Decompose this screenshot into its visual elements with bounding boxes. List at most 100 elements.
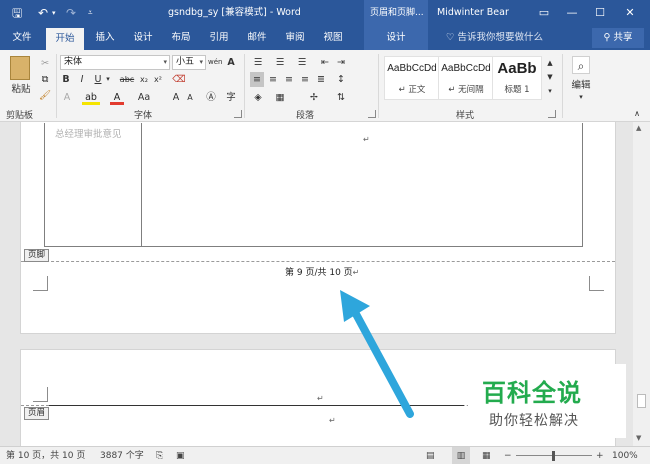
style-heading-1[interactable]: AaBb 标题 1 [492, 56, 542, 100]
paste-icon[interactable] [10, 56, 30, 80]
zoom-slider-thumb[interactable] [552, 451, 555, 461]
redo-icon[interactable]: ↷ [66, 0, 76, 26]
shrink-font-button[interactable]: A [184, 90, 196, 105]
styles-more-icon[interactable]: ▾ [545, 84, 555, 99]
customize-qat-icon[interactable]: ⩡ [88, 0, 93, 26]
bullets-icon[interactable]: ☰ [250, 55, 266, 70]
style-name: ↵ 无间隔 [448, 85, 484, 95]
zoom-level[interactable]: 100% [612, 447, 638, 464]
user-name[interactable]: Midwinter Bear [437, 0, 509, 26]
tab-view[interactable]: 视图 [316, 26, 350, 50]
lightbulb-icon: ♡ [446, 32, 458, 43]
sort-icon[interactable]: ⇅ [334, 90, 348, 105]
cut-icon[interactable]: ✂ [38, 56, 52, 71]
decrease-indent-icon[interactable]: ⇤ [318, 55, 332, 70]
clear-format-icon[interactable]: A [224, 55, 238, 70]
style-normal[interactable]: AaBbCcDd ↵ 正文 [384, 56, 440, 100]
page-9[interactable]: 总经理审批意见 ↵ 页脚 第 9 页/共 10 页↵ [20, 122, 616, 334]
subscript-button[interactable]: x₂ [138, 72, 150, 87]
chinese-layout-icon[interactable]: ✢ [306, 90, 322, 105]
enclose-char-icon[interactable]: Ⓐ [204, 90, 218, 105]
ribbon-home: 粘贴 ✂ ⧉ 🖌 剪贴板 宋体 ▾ 小五 ▾ wén A B I U ▾ abc x… [0, 50, 650, 122]
undo-icon[interactable]: ↶ [38, 0, 48, 26]
proofing-icon[interactable]: ⎘ [156, 447, 163, 464]
grow-font-button[interactable]: A [170, 90, 182, 105]
tab-header-footer-design[interactable]: 设计 [364, 26, 428, 50]
char-border-icon[interactable]: 字 [224, 90, 238, 105]
collapse-ribbon-icon[interactable]: ∧ [630, 106, 644, 121]
page-number-field[interactable]: 第 9 页/共 10 页↵ [285, 265, 359, 278]
read-mode-icon[interactable]: ▤ [426, 447, 435, 464]
scroll-down-icon[interactable]: ▼ [636, 434, 641, 442]
word-count[interactable]: 3887 个字 [100, 447, 144, 464]
strikethrough-button[interactable]: abc [118, 72, 136, 87]
change-case-button[interactable]: Aa [134, 90, 154, 105]
align-left-icon[interactable]: ≡ [250, 72, 264, 87]
tab-file[interactable]: 文件 [4, 26, 40, 50]
table-cell-label: 总经理审批意见 [55, 129, 122, 140]
highlight-icon[interactable]: ab [82, 90, 100, 105]
styles-dialog-launcher-icon[interactable] [548, 110, 556, 118]
find-icon[interactable]: ⌕ [572, 56, 590, 74]
distributed-icon[interactable]: ≣ [314, 72, 328, 87]
justify-icon[interactable]: ≡ [298, 72, 312, 87]
paste-button[interactable]: 粘贴 [6, 82, 36, 97]
ribbon-display-icon[interactable]: ▭ [530, 0, 558, 26]
tab-mailings[interactable]: 邮件 [240, 26, 274, 50]
align-center-icon[interactable]: ≡ [266, 72, 280, 87]
tab-review[interactable]: 审阅 [278, 26, 312, 50]
maximize-button[interactable]: ☐ [586, 0, 614, 26]
web-layout-icon[interactable]: ▦ [482, 447, 491, 464]
page-count[interactable]: 第 10 页，共 10 页 [6, 447, 85, 464]
font-color-icon[interactable]: A [110, 90, 124, 105]
align-right-icon[interactable]: ≡ [282, 72, 296, 87]
underline-button[interactable]: U [92, 72, 104, 87]
margin-corner [589, 276, 604, 291]
font-size-combo[interactable]: 小五 ▾ [172, 55, 206, 70]
tab-home[interactable]: 开始 [46, 28, 84, 50]
font-dialog-launcher-icon[interactable] [234, 110, 242, 118]
multilevel-list-icon[interactable]: ☰ [294, 55, 310, 70]
style-no-spacing[interactable]: AaBbCcDd ↵ 无间隔 [438, 56, 494, 100]
tell-me-box[interactable]: ♡ 告诉我你想要做什么 [446, 26, 543, 50]
page-number-text: 第 9 页/共 10 页 [285, 268, 353, 278]
increase-indent-icon[interactable]: ⇥ [334, 55, 348, 70]
minimize-button[interactable]: — [558, 0, 586, 26]
undo-dropdown-icon[interactable]: ▾ [52, 0, 56, 26]
tab-design[interactable]: 设计 [126, 26, 160, 50]
copy-icon[interactable]: ⧉ [38, 72, 52, 87]
vertical-scrollbar[interactable]: ▲ ▼ [633, 122, 650, 446]
macro-icon[interactable]: ▣ [176, 447, 185, 464]
italic-button[interactable]: I [76, 72, 88, 87]
numbering-icon[interactable]: ☰ [272, 55, 288, 70]
font-size-value: 小五 [176, 57, 195, 67]
format-painter-icon[interactable]: 🖌 [38, 88, 52, 103]
zoom-out-button[interactable]: − [504, 447, 512, 464]
print-layout-icon[interactable]: ▥ [452, 447, 470, 464]
borders-icon[interactable]: ▦ [272, 90, 288, 105]
footer-tag[interactable]: 页脚 [24, 249, 50, 262]
save-icon[interactable]: 🖫 [12, 0, 22, 26]
scroll-up-icon[interactable]: ▲ [636, 124, 641, 132]
share-button[interactable]: ⚲ 共享 [592, 28, 644, 48]
zoom-in-button[interactable]: + [596, 447, 604, 464]
shading-icon[interactable]: ◈ [250, 90, 266, 105]
tab-layout[interactable]: 布局 [164, 26, 198, 50]
font-name-combo[interactable]: 宋体 ▾ [60, 55, 170, 70]
styles-scroll-down-icon[interactable]: ▼ [545, 70, 555, 85]
styles-scroll-up-icon[interactable]: ▲ [545, 56, 555, 71]
wen-phonetic-icon[interactable]: wén [208, 55, 222, 70]
editing-dropdown-icon[interactable]: ▾ [576, 90, 586, 105]
text-effects-icon[interactable]: A [60, 90, 74, 105]
line-spacing-icon[interactable]: ↕ [334, 72, 348, 87]
close-button[interactable]: ✕ [616, 0, 644, 26]
header-tag[interactable]: 页眉 [24, 407, 50, 420]
superscript-button[interactable]: x² [152, 72, 164, 87]
bold-button[interactable]: B [60, 72, 72, 87]
tab-references[interactable]: 引用 [202, 26, 236, 50]
underline-dropdown-icon[interactable]: ▾ [104, 72, 112, 87]
scroll-thumb[interactable] [637, 394, 646, 408]
eraser-icon[interactable]: ⌫ [172, 72, 186, 87]
paragraph-dialog-launcher-icon[interactable] [368, 110, 376, 118]
tab-insert[interactable]: 插入 [88, 26, 122, 50]
